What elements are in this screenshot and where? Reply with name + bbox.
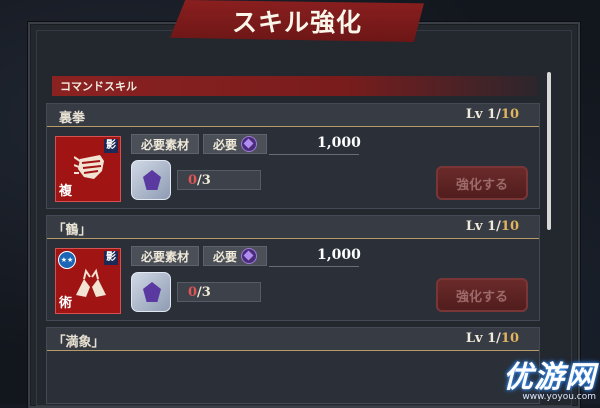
material-gem-icon [143, 170, 161, 190]
skill-kind: 複 [59, 184, 73, 199]
skill-icon: 影 複 [55, 136, 121, 202]
required-material-label: 必要素材 [131, 246, 199, 266]
skill-card-header: ｢鶴｣ Lv 1/10 [47, 216, 539, 239]
section-label: コマンドスキル [60, 80, 137, 93]
skill-name: ｢満象｣ [59, 335, 99, 350]
star-badge-icon: ★★ [58, 251, 76, 269]
section-header: コマンドスキル [52, 76, 538, 96]
skill-card: ｢鶴｣ Lv 1/10 ★★ 影 術 必要素材 必要 1,000 0/3 強化す… [46, 215, 540, 321]
scrollbar[interactable] [547, 72, 551, 230]
skill-card-header: 裏拳 Lv 1/10 [47, 104, 539, 127]
skill-card: ｢満象｣ Lv 1/10 [46, 327, 540, 404]
currency-gem-icon [241, 136, 257, 152]
material-gem-icon [143, 282, 161, 302]
watermark: 优游网 www.yoyou.com [503, 352, 596, 402]
page-title: スキル強化 [231, 8, 362, 37]
skill-name: ｢鶴｣ [59, 223, 86, 238]
material-count: 0/3 [177, 282, 261, 302]
crane-hands-icon [76, 268, 106, 297]
fist-icon [74, 155, 104, 179]
required-amount: 1,000 [317, 247, 361, 263]
skill-level: Lv 1/10 [465, 331, 519, 346]
skill-name: 裏拳 [59, 111, 86, 126]
skill-icon: ★★ 影 術 [55, 248, 121, 314]
divider [269, 154, 359, 155]
title-banner: スキル強化 [170, 0, 424, 42]
currency-gem-icon [241, 248, 257, 264]
skill-level: Lv 1/10 [465, 219, 519, 234]
skill-card: 裏拳 Lv 1/10 影 複 必要素材 必要 1,000 0/3 強化する [46, 103, 540, 209]
required-amount: 1,000 [317, 135, 361, 151]
material-count: 0/3 [177, 170, 261, 190]
kage-badge: 影 [104, 139, 118, 153]
kage-badge: 影 [104, 251, 118, 265]
watermark-logo: 优游网 [503, 360, 596, 395]
enhance-button[interactable]: 強化する [436, 166, 528, 200]
material-slot[interactable] [131, 272, 171, 312]
enhance-button[interactable]: 強化する [436, 278, 528, 312]
divider [269, 266, 359, 267]
required-label: 必要 [203, 246, 267, 266]
required-label: 必要 [203, 134, 267, 154]
material-slot[interactable] [131, 160, 171, 200]
skill-level: Lv 1/10 [465, 107, 519, 122]
required-material-label: 必要素材 [131, 134, 199, 154]
skill-kind: 術 [59, 296, 73, 311]
skill-card-header: ｢満象｣ Lv 1/10 [47, 328, 539, 351]
